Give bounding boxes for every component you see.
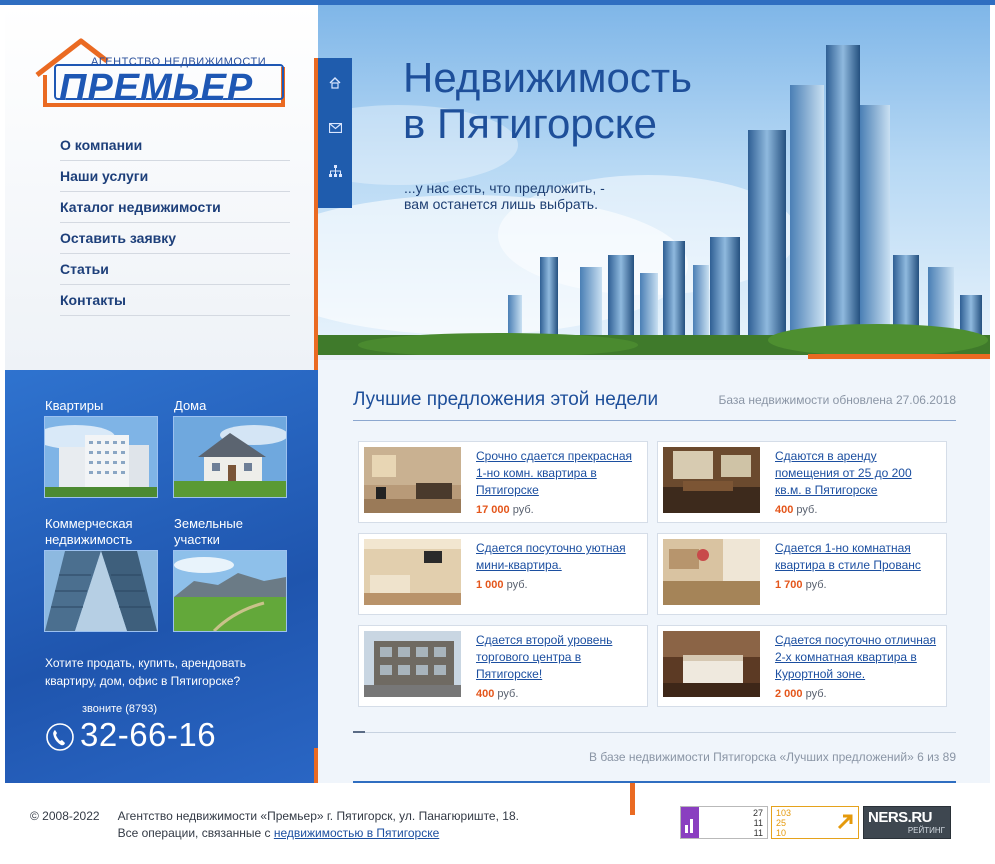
footer-top-line	[353, 781, 956, 783]
ners-rating-badge[interactable]: NERS.RU РЕЙТИНГ	[863, 806, 951, 839]
category-land-label[interactable]: Земельные участки	[174, 516, 243, 548]
offer-photo[interactable]	[364, 447, 461, 513]
nav-item-request[interactable]: Оставить заявку	[60, 223, 290, 254]
offer-price: 17 000 руб.	[476, 504, 534, 516]
offer-price: 400 руб.	[476, 688, 519, 700]
yandex-counter-badge[interactable]: 103 25 10	[771, 806, 859, 839]
category-houses-image[interactable]	[173, 416, 287, 498]
footer-realty-link[interactable]: недвижимостью в Пятигорске	[274, 826, 439, 840]
hero-subtitle: ...у нас есть, что предложить, - вам ост…	[404, 180, 605, 212]
sitemap-icon[interactable]	[318, 151, 352, 191]
offers-bottom-divider	[353, 732, 956, 733]
category-land-image[interactable]	[173, 550, 287, 632]
category-houses-label[interactable]: Дома	[174, 398, 206, 414]
hero-orange-line	[808, 354, 990, 359]
offer-price: 1 000 руб.	[476, 579, 528, 591]
offer-link[interactable]: Сдается 1-но комнатная квартира в стиле …	[775, 540, 940, 574]
divider-tick	[353, 731, 365, 733]
offer-link[interactable]: Сдается посуточно уютная мини-квартира.	[476, 540, 641, 574]
footer-orange-accent	[630, 783, 635, 815]
category-apartments-label[interactable]: Квартиры	[45, 398, 103, 414]
offers-counter: В базе недвижимости Пятигорска «Лучших п…	[589, 750, 956, 764]
nav-item-contacts[interactable]: Контакты	[60, 285, 290, 316]
category-apartments-image[interactable]	[44, 416, 158, 498]
offers-title: Лучшие предложения этой недели	[353, 389, 659, 410]
counter-graph-icon	[681, 807, 699, 838]
offer-price: 400 руб.	[775, 504, 818, 516]
offer-card[interactable]: Сдаются в аренду помещения от 25 до 200 …	[657, 441, 947, 523]
offer-link[interactable]: Сдается второй уровень торгового центра …	[476, 632, 641, 683]
nav-item-articles[interactable]: Статьи	[60, 254, 290, 285]
logo[interactable]: АГЕНТСТВО НЕДВИЖИМОСТИ ПРЕМЬЕР	[33, 37, 295, 115]
left-panel: АГЕНТСТВО НЕДВИЖИМОСТИ ПРЕМЬЕР О компани…	[5, 5, 318, 370]
phone-icon	[46, 723, 74, 751]
offer-card[interactable]: Сдается посуточно уютная мини-квартира. …	[358, 533, 648, 615]
nav-item-catalog[interactable]: Каталог недвижимости	[60, 192, 290, 223]
offer-photo[interactable]	[663, 631, 760, 697]
database-updated: База недвижимости обновлена 27.06.2018	[718, 393, 956, 407]
category-commercial-label[interactable]: Коммерческая недвижимость	[45, 516, 133, 548]
category-commercial-image[interactable]	[44, 550, 158, 632]
main-nav: О компании Наши услуги Каталог недвижимо…	[60, 130, 290, 316]
arrow-up-right-icon	[837, 814, 853, 830]
hero-banner: Недвижимость в Пятигорске ...у нас есть,…	[318, 5, 990, 355]
nav-item-services[interactable]: Наши услуги	[60, 161, 290, 192]
offer-card[interactable]: Сдается второй уровень торгового центра …	[358, 625, 648, 707]
offer-photo[interactable]	[364, 631, 461, 697]
offer-card[interactable]: Срочно сдается прекрасная 1-но комн. ква…	[358, 441, 648, 523]
footer: © 2008-2022 Агентство недвижимости «Прем…	[30, 808, 519, 842]
offer-link[interactable]: Срочно сдается прекрасная 1-но комн. ква…	[476, 448, 641, 499]
footer-address: Агентство недвижимости «Премьер» г. Пяти…	[117, 809, 519, 823]
section-divider	[353, 420, 956, 421]
mail-icon[interactable]	[318, 108, 352, 148]
home-icon[interactable]	[318, 63, 352, 103]
nav-item-about[interactable]: О компании	[60, 130, 290, 161]
offer-card[interactable]: Сдается посуточно отличная 2-х комнатная…	[657, 625, 947, 707]
offer-photo[interactable]	[364, 539, 461, 605]
footer-copyright: © 2008-2022	[30, 809, 100, 823]
footer-operations: Все операции, связанные с недвижимостью …	[117, 826, 440, 840]
offer-photo[interactable]	[663, 539, 760, 605]
offer-photo[interactable]	[663, 447, 760, 513]
offer-link[interactable]: Сдается посуточно отличная 2-х комнатная…	[775, 632, 940, 683]
phone-number[interactable]: 32-66-16	[80, 716, 216, 754]
liveinternet-counter-badge[interactable]: 27 11 11	[680, 806, 768, 839]
quick-tools	[318, 58, 352, 208]
offer-price: 1 700 руб.	[775, 579, 827, 591]
phone-note: звоните (8793)	[82, 703, 157, 715]
offer-link[interactable]: Сдаются в аренду помещения от 25 до 200 …	[775, 448, 940, 499]
offer-price: 2 000 руб.	[775, 688, 827, 700]
hero-title: Недвижимость в Пятигорске	[403, 54, 692, 147]
logo-name: ПРЕМЬЕР	[59, 67, 254, 109]
cta-text: Хотите продать, купить, арендовать кварт…	[45, 656, 246, 688]
offer-card[interactable]: Сдается 1-но комнатная квартира в стиле …	[657, 533, 947, 615]
